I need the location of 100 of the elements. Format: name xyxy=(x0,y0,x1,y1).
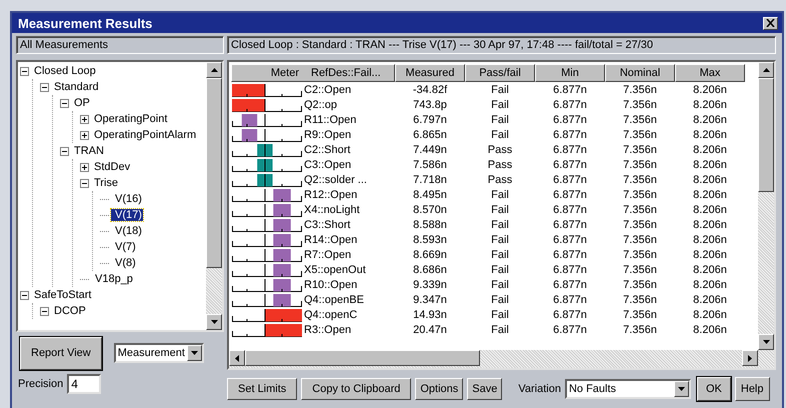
horizontal-scrollbar[interactable] xyxy=(229,350,774,368)
table-cell-text: Pass xyxy=(486,144,514,156)
report-view-button[interactable]: Report View xyxy=(20,336,102,370)
tree-item[interactable]: Closed Loop xyxy=(30,65,97,77)
table-cell-text: C3::Open xyxy=(303,158,352,170)
tree-item[interactable]: Standard xyxy=(50,81,100,93)
table-cell-text: 9.347n xyxy=(412,294,448,306)
tree-item[interactable]: V(7) xyxy=(111,241,137,253)
table-cell-text: 7.356n xyxy=(622,84,658,96)
table-cell-text: 7.356n xyxy=(622,294,658,306)
table-cell-text: R11::Open xyxy=(303,114,358,126)
table-cell-text: Fail xyxy=(490,188,510,200)
dialog-button[interactable]: Help xyxy=(734,377,770,401)
table-cell-text: Fail xyxy=(490,84,510,96)
variation-dropdown[interactable]: No Faults xyxy=(564,379,691,399)
summary-text: Closed Loop : Standard : TRAN --- Trise V(17) --- 30 Apr 97, 17:48 ---- fail/total = 27/30 xyxy=(227,36,776,54)
meter-drawing xyxy=(232,292,302,306)
dialog-button[interactable]: OK xyxy=(696,377,731,401)
meter-drawing xyxy=(232,142,302,156)
collapse-icon[interactable] xyxy=(20,290,29,300)
tree-item[interactable]: StdDev xyxy=(90,161,132,173)
tree-item[interactable]: V(16) xyxy=(111,193,143,205)
table-cell-text: 8.206n xyxy=(692,234,728,246)
tree-item[interactable]: SafeToStart xyxy=(30,289,92,301)
table-cell-text: 7.356n xyxy=(622,114,658,126)
table-cell-text: 7.356n xyxy=(622,278,658,290)
view-dropdown[interactable]: Measurement xyxy=(114,343,204,363)
variation-label: Variation xyxy=(518,383,561,395)
scroll-up-button[interactable] xyxy=(758,62,774,78)
collapse-icon[interactable] xyxy=(20,66,29,76)
meter-drawing xyxy=(232,262,302,276)
table-cell-text: -34.82f xyxy=(412,84,448,96)
table-cell-text: 6.797n xyxy=(412,114,448,126)
column-header[interactable]: RefDes::Fail... xyxy=(303,64,395,82)
action-button[interactable]: Set Limits xyxy=(227,378,298,400)
table-cell-text: X5::openOut xyxy=(303,264,367,276)
tree-item[interactable]: OperatingPoint xyxy=(90,113,168,125)
expand-icon[interactable] xyxy=(80,162,89,172)
table-cell-text: 7.356n xyxy=(622,324,658,336)
table-cell-text: 8.206n xyxy=(692,174,728,186)
scroll-down-button[interactable] xyxy=(206,314,222,330)
table-cell-text: 9.339n xyxy=(412,278,448,290)
collapse-icon[interactable] xyxy=(80,178,89,188)
tree-item[interactable]: OperatingPointAlarm xyxy=(90,129,198,141)
tree-item[interactable]: V(17) xyxy=(111,209,143,221)
tree-item[interactable]: V18p_p xyxy=(91,273,134,285)
action-button[interactable]: Options xyxy=(415,378,464,400)
tree-item[interactable]: V(18) xyxy=(111,225,143,237)
scroll-thumb[interactable] xyxy=(245,350,480,366)
dropdown-button[interactable] xyxy=(674,381,689,397)
table-cell-text: C2::Short xyxy=(303,144,352,156)
close-button[interactable] xyxy=(763,16,778,30)
table-cell-text: 20.47n xyxy=(412,324,448,336)
tree-item[interactable]: TRAN xyxy=(70,145,105,157)
table-cell-text: 7.356n xyxy=(622,264,658,276)
scroll-up-button[interactable] xyxy=(206,62,222,78)
collapse-icon[interactable] xyxy=(60,146,69,156)
table-cell-text: Fail xyxy=(490,114,510,126)
column-header[interactable]: Max xyxy=(675,64,745,82)
collapse-icon[interactable] xyxy=(60,98,69,108)
table-cell-text: 8.206n xyxy=(692,98,728,110)
table-cell-text: 7.718n xyxy=(412,174,448,186)
tree-item[interactable]: V(8) xyxy=(111,257,137,269)
action-button[interactable]: Save xyxy=(467,378,502,400)
collapse-icon[interactable] xyxy=(40,82,49,92)
collapse-icon[interactable] xyxy=(40,306,49,316)
tree-item[interactable]: DCOP xyxy=(50,305,87,317)
scroll-thumb[interactable] xyxy=(206,78,222,268)
meter-drawing xyxy=(232,172,302,186)
precision-field[interactable]: 4 xyxy=(67,374,102,394)
table-cell-text: Q4::openBE xyxy=(303,294,365,306)
action-button[interactable]: Copy to Clipboard xyxy=(301,378,412,400)
scrollbar[interactable] xyxy=(206,62,222,330)
column-header[interactable]: Nominal xyxy=(605,64,675,82)
precision-label: Precision xyxy=(18,378,64,390)
scroll-right-button[interactable] xyxy=(742,350,758,366)
column-header[interactable]: Meter xyxy=(231,64,303,82)
tree-item[interactable]: OP xyxy=(70,97,91,109)
table-cell-text: 8.593n xyxy=(412,234,448,246)
scroll-thumb[interactable] xyxy=(758,78,774,192)
expand-icon[interactable] xyxy=(80,130,89,140)
scroll-down-button[interactable] xyxy=(758,334,774,350)
table-cell-text: Fail xyxy=(490,204,510,216)
table-cell-text: Fail xyxy=(490,278,510,290)
table-cell-text: 7.356n xyxy=(622,144,658,156)
column-header[interactable]: Min xyxy=(535,64,605,82)
scrollbar[interactable] xyxy=(758,62,774,350)
expand-icon[interactable] xyxy=(80,114,89,124)
column-header[interactable]: Pass/fail xyxy=(465,64,535,82)
table-cell-text: 6.877n xyxy=(552,144,588,156)
table-cell-text: 8.669n xyxy=(412,248,448,260)
scroll-left-button[interactable] xyxy=(229,350,245,366)
table-cell-text: 7.356n xyxy=(622,128,658,140)
column-header[interactable]: Measured xyxy=(395,64,465,82)
table-cell-text: 7.356n xyxy=(622,234,658,246)
table-cell-text: Fail xyxy=(490,324,510,336)
table-cell-text: 8.206n xyxy=(692,84,728,96)
dropdown-button[interactable] xyxy=(186,345,202,361)
table-cell-text: 8.206n xyxy=(692,308,728,320)
tree-item[interactable]: Trise xyxy=(90,177,120,189)
